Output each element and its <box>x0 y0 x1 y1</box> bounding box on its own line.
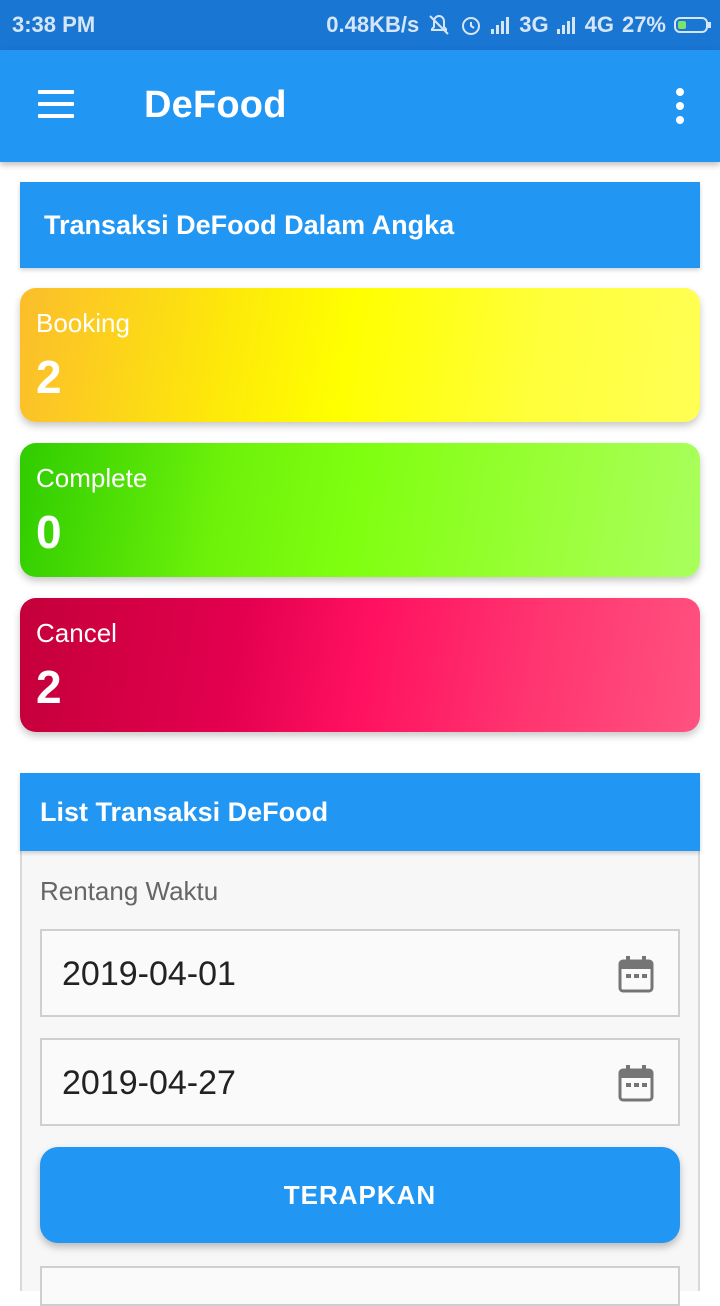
calendar-icon[interactable] <box>618 1064 654 1102</box>
end-date-value: 2019-04-27 <box>62 1064 236 1102</box>
summary-header: Transaksi DeFood Dalam Angka <box>20 182 700 268</box>
notifications-off-icon <box>429 14 449 35</box>
cancel-card[interactable]: Cancel 2 <box>20 598 700 732</box>
signal-3g-icon <box>491 16 510 34</box>
signal-4g-icon <box>556 16 575 34</box>
calendar-icon[interactable] <box>618 955 654 993</box>
booking-label: Booking <box>36 308 130 338</box>
alarm-icon <box>462 17 481 35</box>
hamburger-menu-icon[interactable] <box>34 86 78 126</box>
apply-button[interactable]: TERAPKAN <box>40 1147 680 1243</box>
booking-card[interactable]: Booking 2 <box>20 288 700 422</box>
complete-count: 0 <box>36 506 62 558</box>
start-date-field[interactable]: 2019-04-01 <box>40 929 680 1017</box>
status-time: 3:38 PM <box>12 12 96 37</box>
more-vert-icon[interactable] <box>670 86 690 126</box>
end-date-field[interactable]: 2019-04-27 <box>40 1038 680 1126</box>
net-speed: 0.48KB/s <box>326 12 420 37</box>
app-title: DeFood <box>144 84 287 126</box>
app-bar: DeFood <box>0 50 720 162</box>
next-field[interactable] <box>40 1266 680 1306</box>
complete-label: Complete <box>36 463 148 493</box>
cancel-label: Cancel <box>36 618 117 648</box>
transactions-header: List Transaksi DeFood <box>20 773 700 851</box>
complete-card[interactable]: Complete 0 <box>20 443 700 577</box>
booking-count: 2 <box>36 351 62 403</box>
battery-icon <box>674 17 711 33</box>
network-4g-label: 4G <box>584 12 614 37</box>
start-date-value: 2019-04-01 <box>62 955 236 993</box>
status-indicators: 0.48KB/s 3G 4G 27% <box>326 12 711 38</box>
battery-percent: 27% <box>621 12 666 37</box>
date-range-label: Rentang Waktu <box>40 876 219 906</box>
network-3g-label: 3G <box>519 12 549 37</box>
cancel-count: 2 <box>36 661 62 713</box>
status-bar: 3:38 PM 0.48KB/s 3G 4G 27% <box>0 0 720 50</box>
